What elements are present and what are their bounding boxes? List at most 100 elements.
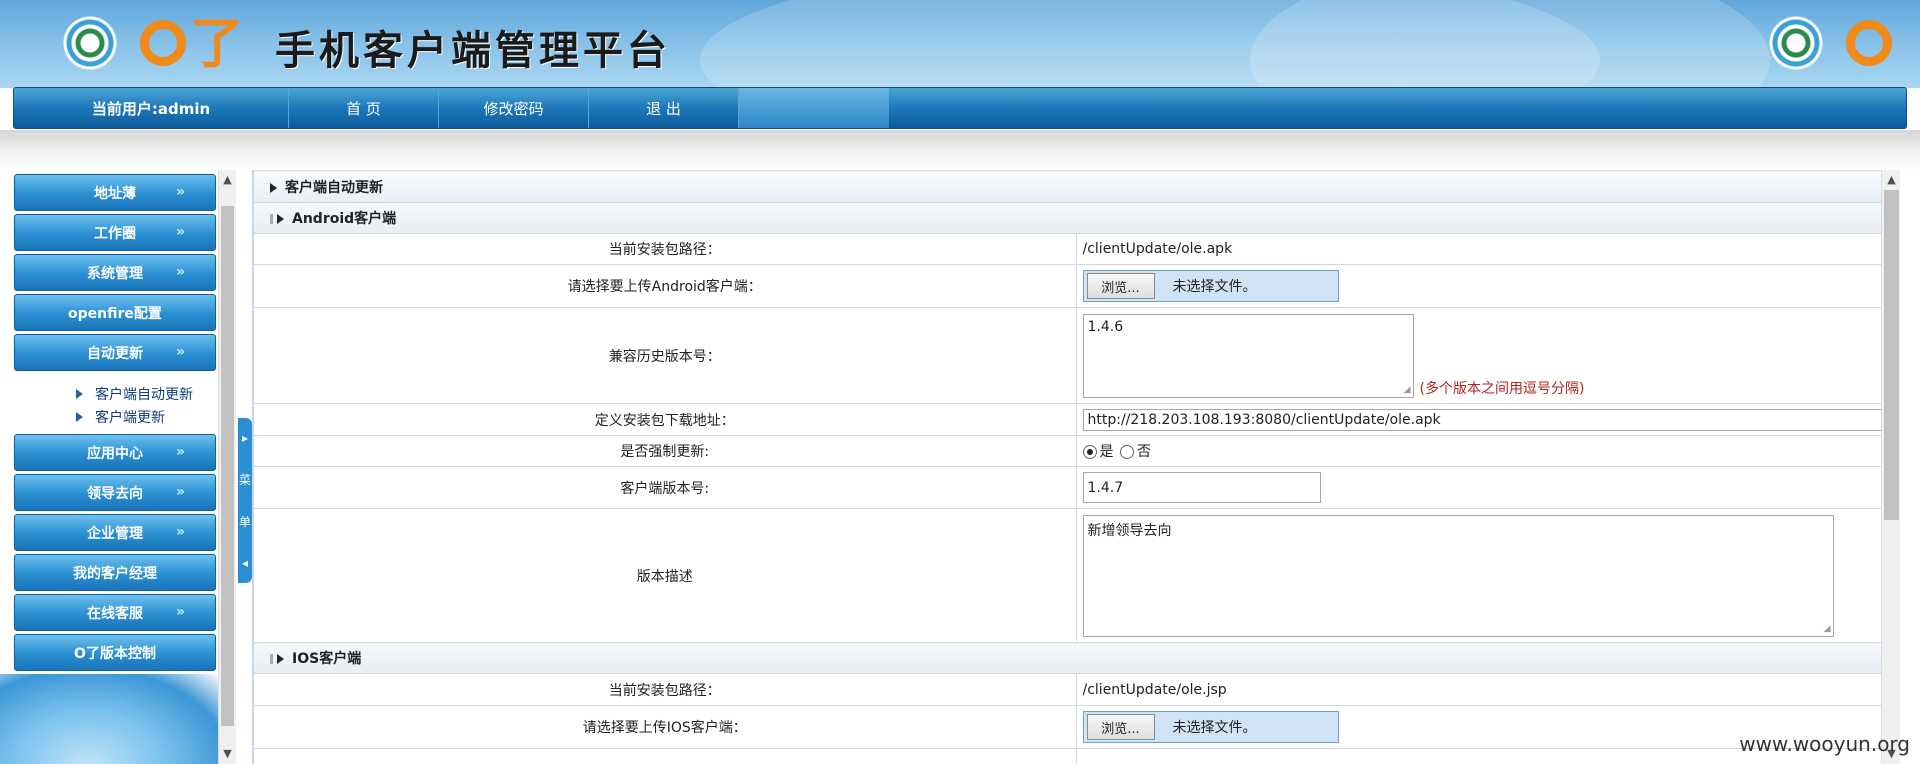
ios-browse-button[interactable]: 浏览... — [1086, 714, 1155, 740]
sidebar-item-auto-update[interactable]: 自动更新 » — [14, 334, 216, 371]
scroll-up-icon[interactable]: ▲ — [219, 172, 236, 188]
android-heading: Android客户端 — [292, 211, 397, 227]
subitem-client-update[interactable]: 客户端更新 — [76, 407, 165, 427]
nav-change-password[interactable]: 修改密码 — [439, 88, 589, 128]
sidebar-item-version-control[interactable]: O了版本控制 — [14, 634, 216, 671]
subitem-label: 客户端自动更新 — [95, 387, 193, 403]
ios-path-value: /clientUpdate/ole.jsp — [1075, 673, 1899, 706]
sidebar-item-address-book[interactable]: 地址薄 » — [14, 174, 216, 211]
force-yes-radio-icon[interactable] — [1082, 445, 1097, 459]
sidebar-decoration — [0, 674, 220, 764]
expand-arrow-icon: ◂ — [241, 556, 249, 571]
scrollbar-thumb[interactable] — [1884, 190, 1899, 520]
ios-heading: IOS客户端 — [292, 651, 362, 667]
form-row: 请选择要上传Android客户端： 浏览... 未选择文件。 — [253, 264, 1899, 308]
triangle-bullet-icon — [277, 214, 284, 224]
nav-home[interactable]: 首 页 — [289, 88, 439, 128]
toggle-label: 单 — [238, 515, 251, 530]
triangle-bullet-icon — [277, 654, 284, 664]
menu-toggle-tab[interactable]: ▸ 菜 单 ◂ — [238, 418, 252, 583]
android-browse-button[interactable]: 浏览... — [1086, 273, 1155, 299]
sidebar-item-system[interactable]: 系统管理 » — [14, 254, 216, 291]
sidebar-scrollbar[interactable]: ▲ ▼ — [218, 170, 236, 764]
version-desc-textarea[interactable]: 新增领导去向 ◢ — [1082, 514, 1834, 637]
collapse-arrow-icon: ▸ — [241, 430, 249, 445]
content-scrollbar[interactable]: ▲ ▼ — [1881, 170, 1900, 764]
logo-o-icon — [1846, 20, 1892, 66]
current-user: 当前用户:admin — [14, 88, 289, 128]
sidebar-item-openfire[interactable]: openfire配置 — [14, 294, 216, 331]
sidebar-item-label: O了版本控制 — [74, 645, 156, 662]
section-header: 客户端自动更新 — [253, 170, 1899, 203]
sidebar-item-online-service[interactable]: 在线客服 » — [14, 594, 216, 631]
sidebar-item-label: 系统管理 — [87, 265, 143, 282]
top-nav: 当前用户:admin 首 页 修改密码 退 出 — [13, 87, 1907, 129]
version-desc-label: 版本描述 — [253, 508, 1077, 643]
arrow-icon: » — [175, 444, 185, 460]
arrow-icon: » — [175, 224, 185, 240]
header-banner: 了 手机客户端管理平台 — [0, 0, 1920, 88]
banner-decoration — [1250, 0, 1770, 88]
ios-no-file-text: 未选择文件。 — [1172, 720, 1257, 736]
force-no-label: 否 — [1136, 444, 1151, 460]
ios-upload-label: 请选择要上传IOS客户端： — [253, 705, 1077, 749]
nav-logout[interactable]: 退 出 — [589, 88, 739, 128]
resize-grip-icon[interactable]: ◢ — [1824, 624, 1831, 634]
sidebar-item-label: 企业管理 — [87, 525, 143, 542]
ios-path-label: 当前安装包路径： — [253, 673, 1077, 706]
compat-version-label: 兼容历史版本号： — [253, 307, 1077, 404]
china-mobile-logo-icon — [62, 15, 118, 71]
compat-version-value: 1.4.6 — [1087, 318, 1124, 335]
android-upload-label: 请选择要上传Android客户端： — [253, 264, 1077, 308]
sidebar-item-label: 应用中心 — [87, 445, 143, 462]
client-version-input[interactable]: 1.4.7 — [1082, 472, 1321, 503]
android-header: Android客户端 — [253, 202, 1899, 234]
sidebar-item-label: 自动更新 — [87, 345, 143, 362]
arrow-icon: » — [175, 184, 185, 200]
subitem-client-auto-update[interactable]: 客户端自动更新 — [76, 384, 193, 404]
sidebar-item-label: 工作圈 — [94, 225, 136, 242]
resize-grip-icon[interactable]: ◢ — [1404, 385, 1411, 395]
sidebar-item-app-center[interactable]: 应用中心 » — [14, 434, 216, 471]
sidebar-item-leader-whereabouts[interactable]: 领导去向 » — [14, 474, 216, 511]
sidebar-item-account-manager[interactable]: 我的客户经理 — [14, 554, 216, 591]
version-desc-value: 新增领导去向 — [1087, 522, 1172, 539]
form-row: 请选择要上传IOS客户端： 浏览... 未选择文件。 — [253, 705, 1899, 749]
form-row: 定义安装包下载地址： http://218.203.108.193:8080/c… — [253, 403, 1900, 436]
arrow-icon: » — [175, 604, 185, 620]
ios-header: IOS客户端 — [253, 642, 1899, 674]
triangle-bullet-icon — [76, 389, 83, 399]
sidebar-item-work-circle[interactable]: 工作圈 » — [14, 214, 216, 251]
scroll-up-icon[interactable]: ▲ — [1882, 172, 1900, 188]
bar-bullet-icon — [270, 214, 273, 224]
logo-le-text: 了 — [190, 11, 244, 75]
force-no-radio-icon[interactable] — [1119, 445, 1134, 459]
form-row: 是否强制更新: 是 否 — [253, 435, 1899, 467]
android-path-value: /clientUpdate/ole.apk — [1075, 233, 1899, 265]
download-url-input[interactable]: http://218.203.108.193:8080/clientUpdate… — [1082, 408, 1900, 431]
logo-o-icon — [140, 20, 186, 66]
client-version-label: 客户端版本号: — [253, 466, 1077, 509]
android-no-file-text: 未选择文件。 — [1172, 279, 1257, 295]
scrollbar-thumb[interactable] — [221, 206, 234, 726]
logo-right — [1768, 14, 1892, 72]
force-update-label: 是否强制更新: — [253, 435, 1077, 467]
compat-version-hint: (多个版本之间用逗号分隔) — [1419, 380, 1585, 397]
watermark: www.wooyun.org — [1739, 732, 1910, 756]
form-row: 客户端版本号: 1.4.7 — [253, 466, 1899, 509]
form-row: 当前安装包路径： /clientUpdate/ole.jsp — [253, 673, 1899, 706]
arrow-icon: » — [175, 264, 185, 280]
arrow-icon: » — [175, 524, 185, 540]
android-file-input[interactable]: 浏览... 未选择文件。 — [1082, 270, 1339, 302]
bar-bullet-icon — [270, 654, 273, 664]
form-row: 当前安装包路径： /clientUpdate/ole.apk — [253, 233, 1899, 265]
android-path-label: 当前安装包路径： — [253, 233, 1077, 265]
sidebar-item-label: 在线客服 — [87, 605, 143, 622]
compat-version-textarea[interactable]: 1.4.6 ◢ — [1082, 313, 1414, 398]
scroll-down-icon[interactable]: ▼ — [219, 746, 236, 762]
ios-file-input[interactable]: 浏览... 未选择文件。 — [1082, 711, 1339, 743]
triangle-bullet-icon — [76, 412, 83, 422]
triangle-bullet-icon — [270, 182, 277, 193]
sidebar-item-enterprise[interactable]: 企业管理 » — [14, 514, 216, 551]
arrow-icon: » — [175, 484, 185, 500]
